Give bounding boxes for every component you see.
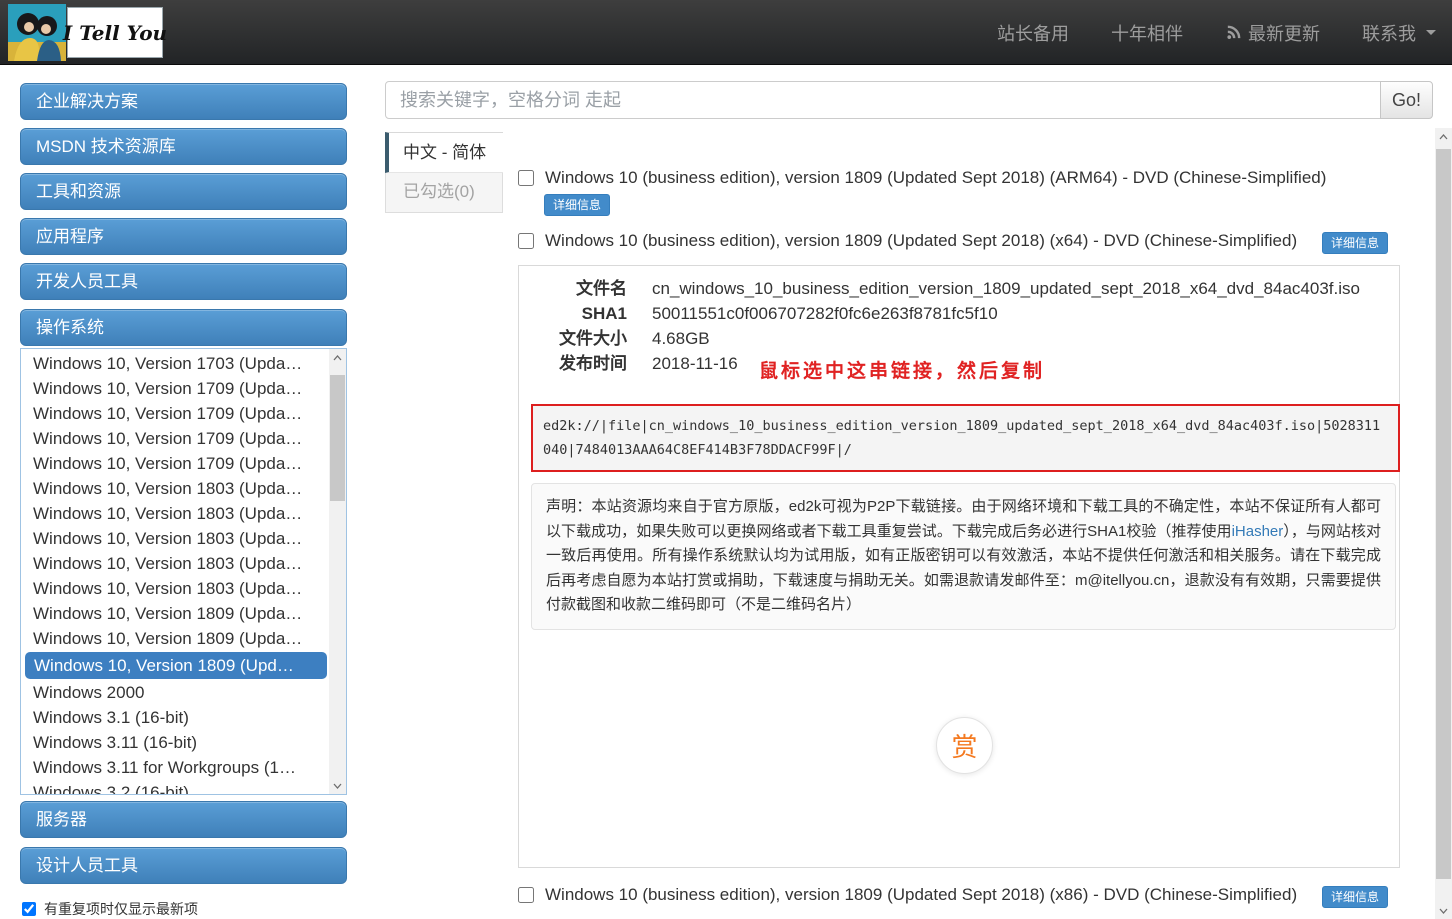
nav-link-contact[interactable]: 联系我 [1362, 20, 1436, 46]
nav-link-updates-label: 最新更新 [1248, 20, 1320, 46]
nav-link-backup[interactable]: 站长备用 [997, 20, 1069, 46]
result-row-x86: Windows 10 (business edition), version 1… [518, 885, 1418, 905]
nav-link-anniversary[interactable]: 十年相伴 [1111, 20, 1183, 46]
copy-hint-annotation: 鼠标选中这串链接，然后复制 [759, 356, 1045, 383]
field-value: 2018-11-16 [652, 351, 738, 376]
list-item[interactable]: Windows 10, Version 1803 (Upda… [21, 501, 329, 526]
list-item[interactable]: Windows 10, Version 1809 (Upda… [21, 626, 329, 651]
search-input[interactable] [385, 81, 1381, 119]
brand-text-box: I Tell You [67, 7, 163, 58]
list-item[interactable]: Windows 10, Version 1803 (Upda… [21, 526, 329, 551]
search-go-button[interactable]: Go! [1380, 81, 1433, 119]
sidebar-item-msdn[interactable]: MSDN 技术资源库 [20, 128, 347, 165]
result-checkbox[interactable] [518, 233, 534, 249]
list-item[interactable]: Windows 10, Version 1809 (Upda… [21, 601, 329, 626]
ed2k-link-box[interactable]: ed2k://|file|cn_windows_10_business_edit… [531, 404, 1400, 472]
os-version-items: Windows 10, Version 1703 (Upda… Windows … [21, 351, 329, 795]
scroll-down-icon[interactable] [329, 777, 346, 794]
sidebar-item-designtools[interactable]: 设计人员工具 [20, 847, 347, 884]
field-label: SHA1 [533, 301, 627, 326]
result-checkbox[interactable] [518, 170, 534, 186]
list-item[interactable]: Windows 3.1 (16-bit) [21, 705, 329, 730]
result-title: Windows 10 (business edition), version 1… [545, 231, 1297, 251]
result-title: Windows 10 (business edition), version 1… [545, 168, 1326, 188]
disclaimer-box: 声明：本站资源均来自于官方原版，ed2k可视为P2P下载链接。由于网络环境和下载… [531, 483, 1396, 630]
tab-chinese-simplified[interactable]: 中文 - 简体 [385, 132, 503, 173]
list-item[interactable]: Windows 3.11 (16-bit) [21, 730, 329, 755]
detail-info-button[interactable]: 详细信息 [1322, 886, 1388, 908]
result-row-x64: Windows 10 (business edition), version 1… [518, 231, 1418, 251]
sidebar-item-tools[interactable]: 工具和资源 [20, 173, 347, 210]
nav-link-anniversary-label: 十年相伴 [1111, 20, 1183, 46]
detail-panel: 文件名 cn_windows_10_business_edition_versi… [518, 265, 1400, 868]
scrollbar-thumb[interactable] [1436, 149, 1451, 879]
tab-checked-items[interactable]: 已勾选(0) [385, 173, 503, 213]
field-value: 4.68GB [652, 326, 710, 351]
list-item[interactable]: Windows 3.11 for Workgroups (1… [21, 755, 329, 780]
sidebar-item-apps[interactable]: 应用程序 [20, 218, 347, 255]
page-scrollbar[interactable] [1435, 128, 1452, 919]
os-list-scrollbar[interactable] [329, 349, 346, 794]
rss-icon [1225, 24, 1242, 41]
list-item[interactable]: Windows 10, Version 1709 (Upda… [21, 376, 329, 401]
list-item[interactable]: Windows 10, Version 1709 (Upda… [21, 451, 329, 476]
field-sha1: SHA1 50011551c0f006707282f0fc6e263f8781f… [533, 301, 1360, 326]
os-version-list: Windows 10, Version 1703 (Upda… Windows … [20, 348, 347, 795]
dedupe-filter-label: 有重复项时仅显示最新项 [44, 899, 198, 919]
scroll-up-icon[interactable] [1435, 128, 1452, 145]
navbar-links: 站长备用 十年相伴 最新更新 联系我 [997, 0, 1436, 65]
nav-link-contact-label: 联系我 [1362, 20, 1416, 46]
field-value: cn_windows_10_business_edition_version_1… [652, 276, 1360, 301]
field-label: 文件大小 [533, 326, 627, 351]
scroll-down-icon[interactable] [1435, 902, 1452, 919]
field-filesize: 文件大小 4.68GB [533, 326, 1360, 351]
list-item[interactable]: Windows 10, Version 1803 (Upda… [21, 476, 329, 501]
detail-info-button[interactable]: 详细信息 [544, 194, 610, 216]
top-navbar: I Tell You 站长备用 十年相伴 最新更新 联系我 [0, 0, 1452, 65]
sidebar-item-enterprise[interactable]: 企业解决方案 [20, 83, 347, 120]
detail-info-button[interactable]: 详细信息 [1322, 232, 1388, 254]
result-row-arm64: Windows 10 (business edition), version 1… [518, 168, 1418, 188]
field-value: 50011551c0f006707282f0fc6e263f8781fc5f10 [652, 301, 998, 326]
brand[interactable]: I Tell You [8, 4, 163, 61]
dedupe-filter-checkbox[interactable] [22, 902, 36, 916]
nav-link-updates[interactable]: 最新更新 [1225, 20, 1320, 46]
dedupe-filter: 有重复项时仅显示最新项 [22, 899, 198, 919]
list-item[interactable]: Windows 10, Version 1709 (Upda… [21, 401, 329, 426]
result-checkbox[interactable] [518, 887, 534, 903]
field-label: 发布时间 [533, 351, 627, 376]
chevron-down-icon [1426, 30, 1436, 35]
result-title: Windows 10 (business edition), version 1… [545, 885, 1297, 905]
list-item[interactable]: Windows 10, Version 1703 (Upda… [21, 351, 329, 376]
list-item-selected[interactable]: Windows 10, Version 1809 (Upd… [25, 652, 327, 679]
scroll-up-icon[interactable] [329, 349, 346, 366]
reward-button[interactable]: 赏 [936, 717, 993, 774]
list-item[interactable]: Windows 3.2 (16-bit) [21, 780, 329, 795]
field-filename: 文件名 cn_windows_10_business_edition_versi… [533, 276, 1360, 301]
sidebar-item-os[interactable]: 操作系统 [20, 309, 347, 346]
sidebar-item-devtools[interactable]: 开发人员工具 [20, 263, 347, 300]
brand-title: I Tell You [63, 21, 167, 45]
brand-logo-image [8, 4, 66, 61]
scrollbar-thumb[interactable] [330, 375, 345, 501]
page: I Tell You 站长备用 十年相伴 最新更新 联系我 [0, 0, 1452, 919]
field-label: 文件名 [533, 276, 627, 301]
nav-link-backup-label: 站长备用 [997, 20, 1069, 46]
list-item[interactable]: Windows 10, Version 1709 (Upda… [21, 426, 329, 451]
list-item[interactable]: Windows 10, Version 1803 (Upda… [21, 576, 329, 601]
list-item[interactable]: Windows 10, Version 1803 (Upda… [21, 551, 329, 576]
list-item[interactable]: Windows 2000 [21, 680, 329, 705]
ihasher-link[interactable]: iHasher [1232, 523, 1284, 540]
sidebar-item-servers[interactable]: 服务器 [20, 801, 347, 838]
